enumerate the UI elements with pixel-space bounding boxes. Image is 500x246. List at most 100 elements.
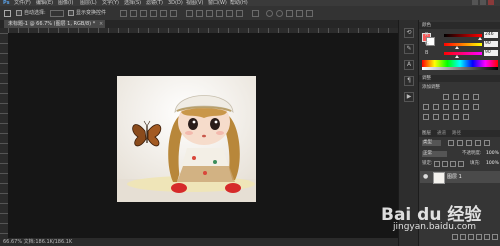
fill-value[interactable]: 100% — [486, 161, 499, 167]
red-slider-row: R 246 — [422, 32, 500, 40]
red-slider[interactable] — [444, 34, 483, 40]
tab-layers[interactable]: 图层 — [422, 130, 431, 137]
distribute-right-icon[interactable] — [236, 10, 243, 17]
levels-icon[interactable] — [453, 94, 459, 100]
threshold-icon[interactable] — [443, 114, 449, 120]
blend-mode-select[interactable]: 正常 — [422, 151, 447, 157]
3d-drag-icon[interactable] — [286, 10, 293, 17]
distribute-left-icon[interactable] — [216, 10, 223, 17]
green-slider-row: G 90 — [422, 41, 500, 49]
ruler-origin[interactable] — [0, 28, 8, 33]
green-slider-thumb[interactable] — [455, 46, 460, 49]
adjustments-panel-header: 调整 — [419, 75, 500, 82]
smart-object-filter-icon[interactable] — [484, 140, 490, 146]
align-left-icon[interactable] — [150, 10, 157, 17]
fill-label: 填充: — [470, 161, 481, 166]
options-bar: 自动选择: 显示变换控件 — [0, 6, 500, 21]
close-icon[interactable] — [488, 0, 494, 5]
transform-controls-label: 显示变换控件 — [76, 10, 107, 16]
add-mask-icon[interactable] — [468, 234, 474, 240]
minimize-icon[interactable] — [472, 0, 478, 5]
posterize-icon[interactable] — [433, 114, 439, 120]
align-vcenter-icon[interactable] — [130, 10, 137, 17]
vibrance-icon[interactable] — [423, 104, 429, 110]
new-layer-icon[interactable] — [484, 234, 490, 240]
align-hcenter-icon[interactable] — [160, 10, 167, 17]
tab-paths[interactable]: 路径 — [452, 130, 461, 137]
blue-slider-row: B 90 — [422, 50, 500, 58]
align-top-icon[interactable] — [120, 10, 127, 17]
distribute-hcenter-icon[interactable] — [226, 10, 233, 17]
move-tool-icon[interactable] — [4, 10, 11, 17]
3d-rotate-icon[interactable] — [266, 10, 273, 17]
maximize-icon[interactable] — [480, 0, 486, 5]
selective-color-icon[interactable] — [463, 114, 469, 120]
lock-position-icon[interactable] — [450, 161, 456, 167]
transform-controls-checkbox[interactable] — [68, 10, 74, 16]
lock-image-icon[interactable] — [442, 161, 448, 167]
brightness-contrast-icon[interactable] — [443, 94, 449, 100]
actions-icon[interactable]: ▶ — [404, 92, 414, 102]
paragraph-icon[interactable]: ¶ — [404, 76, 414, 86]
watermark-url: jingyan.baidu.com — [393, 222, 477, 232]
blue-slider[interactable] — [444, 52, 482, 58]
shape-filter-icon[interactable] — [475, 140, 481, 146]
auto-select-dropdown[interactable] — [50, 10, 64, 17]
layer-style-icon[interactable] — [460, 234, 466, 240]
channel-mixer-icon[interactable] — [473, 104, 479, 110]
green-value-field[interactable]: 90 — [484, 41, 498, 47]
layer-row[interactable]: ● 图层 1 — [420, 171, 500, 184]
auto-select-checkbox[interactable] — [16, 10, 22, 16]
invert-icon[interactable] — [423, 114, 429, 120]
vertical-ruler — [0, 33, 8, 238]
red-slider-thumb[interactable] — [478, 37, 483, 40]
pixel-filter-icon[interactable] — [448, 140, 454, 146]
history-icon[interactable]: ⟲ — [404, 28, 414, 38]
photo-filter-icon[interactable] — [463, 104, 469, 110]
3d-slide-icon[interactable] — [296, 10, 303, 17]
lock-transparent-icon[interactable] — [434, 161, 440, 167]
grayscale-ramp[interactable] — [422, 67, 498, 70]
new-group-icon[interactable] — [476, 234, 482, 240]
document-tab-bar: 未标题-1 @ 66.7% (图层 1, RGB/8) * × — [0, 20, 398, 28]
lock-all-icon[interactable] — [458, 161, 464, 167]
curves-icon[interactable] — [463, 94, 469, 100]
character-icon[interactable]: A — [404, 60, 414, 70]
delete-layer-icon[interactable] — [492, 234, 498, 240]
color-spectrum-bar[interactable] — [422, 60, 498, 67]
adjustment-filter-icon[interactable] — [457, 140, 463, 146]
auto-align-icon[interactable] — [252, 10, 259, 17]
blue-slider-thumb[interactable] — [455, 55, 460, 58]
blue-value-field[interactable]: 90 — [484, 50, 498, 56]
exposure-icon[interactable] — [473, 94, 479, 100]
opacity-value[interactable]: 100% — [486, 151, 499, 157]
3d-roll-icon[interactable] — [276, 10, 283, 17]
color-balance-icon[interactable] — [443, 104, 449, 110]
brush-icon[interactable]: ✎ — [404, 44, 414, 54]
layer-kind-filter[interactable]: 类型 — [422, 140, 441, 146]
document-canvas[interactable] — [117, 76, 256, 202]
align-bottom-icon[interactable] — [140, 10, 147, 17]
red-value-field[interactable]: 246 — [484, 32, 498, 38]
blend-opacity-row: 正常 不透明度: 100% — [420, 151, 500, 158]
3d-scale-icon[interactable] — [306, 10, 313, 17]
layers-panel-header: 图层 通道 路径 — [419, 130, 500, 137]
distribute-vcenter-icon[interactable] — [196, 10, 203, 17]
align-right-icon[interactable] — [170, 10, 177, 17]
layer-name[interactable]: 图层 1 — [447, 171, 462, 183]
black-white-icon[interactable] — [453, 104, 459, 110]
gradient-map-icon[interactable] — [453, 114, 459, 120]
close-tab-icon[interactable]: × — [99, 20, 103, 28]
status-text: 66.67% 文档:186.1K/186.1K — [3, 239, 73, 245]
hue-saturation-icon[interactable] — [433, 104, 439, 110]
color-panel-title: 颜色 — [422, 23, 431, 28]
distribute-top-icon[interactable] — [186, 10, 193, 17]
visibility-eye-icon[interactable]: ● — [423, 173, 428, 180]
document-tab[interactable]: 未标题-1 @ 66.7% (图层 1, RGB/8) * × — [4, 20, 106, 28]
tab-channels[interactable]: 通道 — [437, 130, 446, 137]
link-layers-icon[interactable] — [452, 234, 458, 240]
type-filter-icon[interactable] — [466, 140, 472, 146]
green-slider[interactable] — [444, 43, 482, 49]
distribute-bottom-icon[interactable] — [206, 10, 213, 17]
lock-fill-row: 锁定: 填充: 100% — [420, 161, 500, 168]
